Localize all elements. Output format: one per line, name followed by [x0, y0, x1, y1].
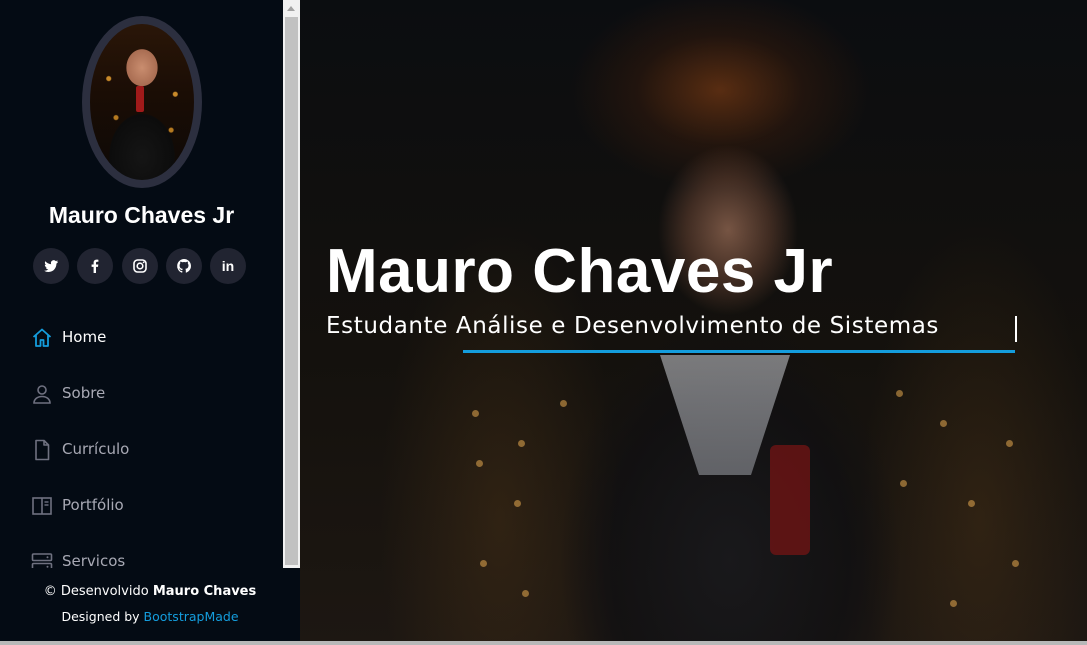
profile-name[interactable]: Mauro Chaves Jr [0, 202, 283, 229]
hero-underline [463, 350, 1015, 353]
copyright-name: Mauro Chaves [152, 584, 257, 599]
main-nav: Home Sobre Currículo Portfólio Servicos [0, 312, 283, 568]
sidebar: Mauro Chaves Jr in Home Sobre Currículo … [0, 0, 300, 645]
copyright-prefix: © Desenvolvido [43, 584, 153, 599]
profile-photo [82, 16, 202, 188]
sidebar-scrollbar[interactable] [283, 0, 300, 568]
nav-label-curriculo: Currículo [62, 440, 130, 458]
nav-item-servicos[interactable]: Servicos [0, 536, 283, 568]
nav-item-portfolio[interactable]: Portfólio [0, 480, 283, 536]
person-icon [30, 382, 54, 406]
credits-prefix: Designed by [61, 609, 144, 624]
bootstrapmade-link[interactable]: BootstrapMade [144, 609, 239, 624]
sidebar-content: Mauro Chaves Jr in Home Sobre Currículo … [0, 0, 283, 568]
hero-subtitle: Estudante Análise e Desenvolvimento de S… [326, 313, 940, 339]
nav-label-servicos: Servicos [62, 552, 126, 568]
nav-label-sobre: Sobre [62, 384, 106, 402]
instagram-link[interactable] [122, 248, 158, 284]
hero-section: Mauro Chaves Jr Estudante Análise e Dese… [300, 0, 1087, 645]
typing-cursor [1015, 316, 1017, 342]
nav-label-portfolio: Portfólio [62, 496, 124, 514]
facebook-link[interactable] [77, 248, 113, 284]
scroll-up-arrow[interactable] [283, 0, 300, 17]
credits: Designed by BootstrapMade [0, 609, 300, 624]
linkedin-icon: in [221, 258, 235, 274]
twitter-link[interactable] [33, 248, 69, 284]
nav-item-sobre[interactable]: Sobre [0, 368, 283, 424]
server-icon [30, 550, 54, 568]
file-icon [30, 438, 54, 462]
window-bottom-edge [0, 641, 1087, 645]
copyright: © Desenvolvido Mauro Chaves [0, 584, 300, 599]
github-link[interactable] [166, 248, 202, 284]
nav-item-curriculo[interactable]: Currículo [0, 424, 283, 480]
scroll-thumb[interactable] [285, 17, 298, 565]
book-half-icon [30, 494, 54, 518]
hero-title: Mauro Chaves Jr [326, 237, 834, 306]
nav-label-home: Home [62, 328, 107, 346]
home-icon [30, 326, 54, 350]
nav-item-home[interactable]: Home [0, 312, 283, 368]
linkedin-link[interactable]: in [210, 248, 246, 284]
